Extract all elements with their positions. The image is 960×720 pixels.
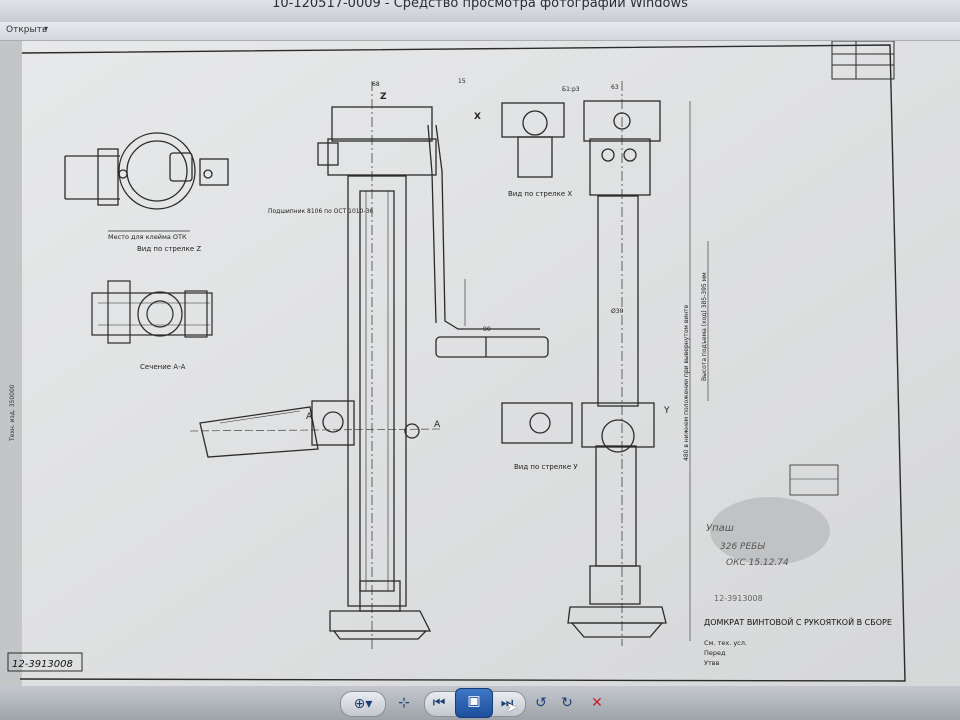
menu-bar: Открыть ▾ bbox=[0, 22, 960, 41]
rotate-cw-button[interactable]: ↻ bbox=[556, 691, 578, 715]
otk-mark-label: Место для клейма ОТК bbox=[108, 233, 187, 241]
title-row-3: Утвв bbox=[704, 659, 720, 667]
svg-text:63: 63 bbox=[611, 84, 619, 91]
vertical-note-1: 480 в нижнем положении при вывернутом ви… bbox=[683, 304, 690, 461]
view-y-label: Вид по стрелке У bbox=[514, 463, 578, 471]
image-viewport[interactable]: Место для клейма ОТК Вид по стрелке Z Се… bbox=[0, 41, 960, 686]
bearing-label: Подшипник 8106 по ОСТ 1010-36 bbox=[268, 208, 373, 215]
svg-text:Ø30: Ø30 bbox=[611, 308, 624, 315]
y-arrow: Y bbox=[663, 406, 670, 416]
delete-button[interactable]: ✕ bbox=[586, 691, 608, 715]
svg-text:90: 90 bbox=[483, 326, 491, 333]
a-arrow-left: A bbox=[306, 412, 313, 422]
handwritten-1: Упаш bbox=[706, 523, 734, 534]
view-x-label: Вид по стрелке X bbox=[508, 190, 572, 198]
zoom-button[interactable]: ⊕▾ bbox=[340, 691, 386, 717]
side-left-label: Техн. изд. 350000 bbox=[9, 384, 16, 442]
window-title: 10-120517-0009 - Средство просмотра фото… bbox=[272, 0, 688, 11]
handwritten-3: ОКС 15.12.74 bbox=[726, 558, 789, 568]
title-block-name: ДОМКРАТ ВИНТОВОЙ С РУКОЯТКОЙ В СБОРЕ bbox=[704, 616, 892, 627]
a-arrow-right: A bbox=[434, 420, 441, 430]
vertical-note-2: Высота подъема (ход) 385-395 мм bbox=[701, 272, 708, 381]
title-row-1: См. тех. усл. bbox=[704, 639, 747, 647]
slideshow-button[interactable]: ▣ bbox=[455, 688, 493, 718]
view-z-label: Вид по стрелке Z bbox=[137, 245, 201, 253]
z-arrow: Z bbox=[380, 92, 387, 102]
mouse-cursor-icon: ➤ bbox=[506, 700, 518, 716]
x-arrow: X bbox=[474, 112, 481, 122]
svg-text:68: 68 bbox=[372, 81, 380, 88]
handwritten-2: 326 РЕБЫ bbox=[720, 542, 765, 552]
fit-window-button[interactable]: ⊹ bbox=[392, 691, 416, 715]
window-titlebar: 10-120517-0009 - Средство просмотра фото… bbox=[0, 0, 960, 22]
svg-text:15: 15 bbox=[458, 78, 466, 85]
stamp-number: 12-3913008 bbox=[714, 594, 763, 603]
chevron-down-icon[interactable]: ▾ bbox=[44, 24, 48, 33]
viewer-toolbar: ⊕▾ ⊹ ⏮ ▣ ⏭ ↺ ↻ ✕ bbox=[0, 686, 960, 720]
open-menu[interactable]: Открыть bbox=[6, 25, 47, 35]
svg-text:Б1:р3: Б1:р3 bbox=[562, 86, 580, 93]
section-aa-label: Сечение А-А bbox=[140, 363, 186, 371]
title-row-2: Перед bbox=[704, 649, 726, 657]
part-number: 12-3913008 bbox=[12, 659, 73, 670]
technical-drawing: Место для клейма ОТК Вид по стрелке Z Се… bbox=[0, 41, 960, 686]
rotate-ccw-button[interactable]: ↺ bbox=[530, 691, 552, 715]
prev-button[interactable]: ⏮ bbox=[428, 691, 450, 715]
